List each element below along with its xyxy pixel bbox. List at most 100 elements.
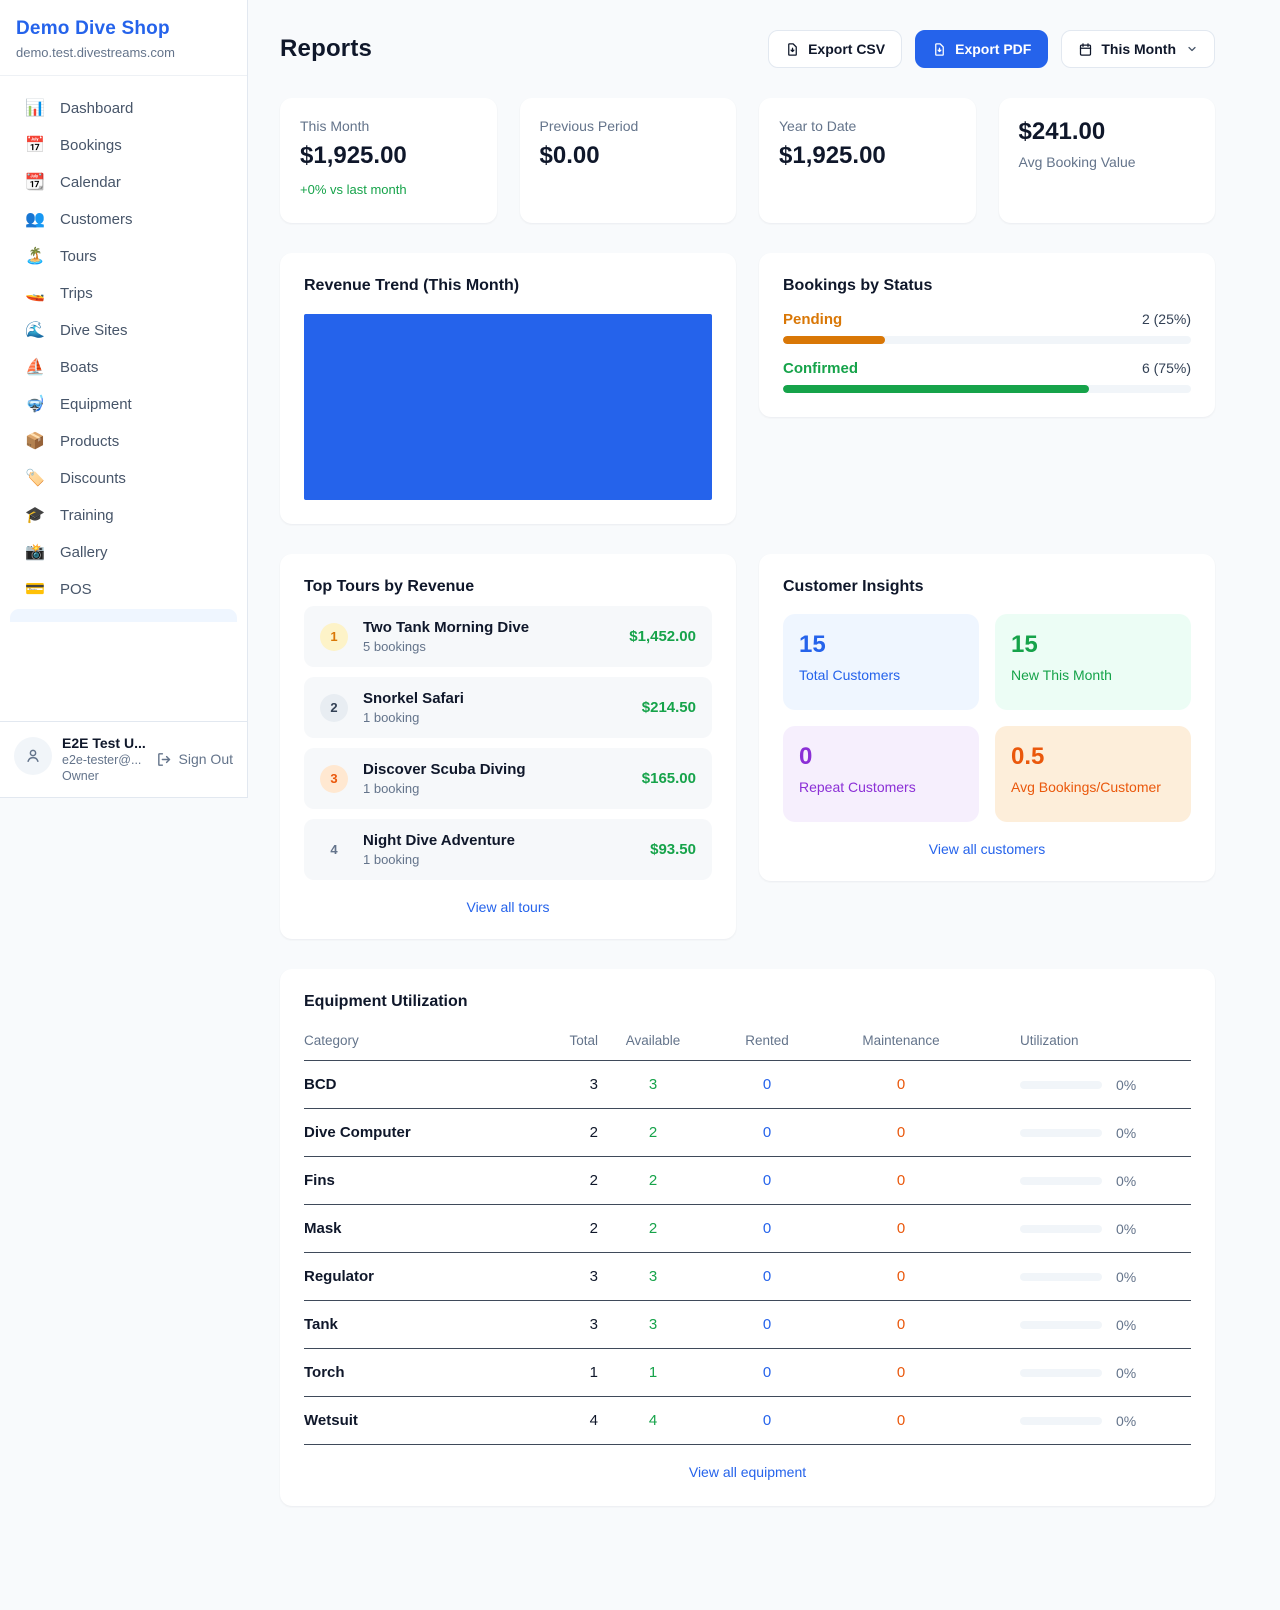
sidebar-item-label: Dashboard bbox=[60, 100, 133, 117]
sidebar-item-label: Equipment bbox=[60, 396, 132, 413]
user-name: E2E Test U... bbox=[62, 735, 146, 751]
sidebar-item-trips[interactable]: 🚤 Trips bbox=[10, 275, 237, 312]
insight-value: 0.5 bbox=[1011, 743, 1175, 771]
sidebar-item-label: POS bbox=[60, 581, 92, 598]
calendar-outline-icon bbox=[1078, 42, 1093, 57]
equipment-utilization-title: Equipment Utilization bbox=[304, 993, 1191, 1011]
tour-revenue: $1,452.00 bbox=[629, 628, 696, 645]
sidebar-item-label: Boats bbox=[60, 359, 98, 376]
period-selector[interactable]: This Month bbox=[1061, 30, 1215, 68]
sidebar-item-label: Products bbox=[60, 433, 119, 450]
cell-maintenance: 0 bbox=[826, 1205, 976, 1253]
insight-new-this-month: 15 New This Month bbox=[995, 614, 1191, 710]
utilization-bar bbox=[1020, 1369, 1102, 1377]
cell-total: 3 bbox=[536, 1061, 598, 1109]
status-row-pending: Pending 2 (25%) bbox=[783, 311, 1191, 344]
revenue-trend-chart bbox=[304, 314, 712, 500]
sidebar-item-label: Trips bbox=[60, 285, 93, 302]
sidebar-item-reports-active[interactable] bbox=[10, 609, 237, 622]
sidebar-item-customers[interactable]: 👥 Customers bbox=[10, 201, 237, 238]
insight-label: Avg Bookings/Customer bbox=[1011, 779, 1175, 795]
sidebar-item-calendar[interactable]: 📆 Calendar bbox=[10, 164, 237, 201]
chevron-down-icon bbox=[1186, 43, 1198, 55]
user-icon bbox=[24, 747, 42, 765]
sidebar-item-label: Training bbox=[60, 507, 114, 524]
insight-repeat-customers: 0 Repeat Customers bbox=[783, 726, 979, 822]
status-bar-fill bbox=[783, 385, 1089, 393]
cell-category: Dive Computer bbox=[304, 1109, 536, 1157]
insight-label: Total Customers bbox=[799, 667, 963, 683]
utilization-pct: 0% bbox=[1116, 1413, 1136, 1429]
sidebar-item-label: Calendar bbox=[60, 174, 121, 191]
cell-rented: 0 bbox=[708, 1301, 826, 1349]
status-label: Confirmed bbox=[783, 360, 858, 377]
sidebar-item-pos[interactable]: 💳 POS bbox=[10, 571, 237, 608]
insight-value: 15 bbox=[1011, 631, 1175, 659]
table-row: Wetsuit 4 4 0 0 0% bbox=[304, 1397, 1191, 1445]
boats-icon: ⛵ bbox=[25, 360, 45, 376]
bookings-icon: 📅 bbox=[25, 138, 45, 154]
cell-rented: 0 bbox=[708, 1061, 826, 1109]
stat-value: $1,925.00 bbox=[779, 142, 956, 170]
table-row: BCD 3 3 0 0 0% bbox=[304, 1061, 1191, 1109]
tour-name: Two Tank Morning Dive bbox=[363, 619, 529, 636]
export-csv-button[interactable]: Export CSV bbox=[768, 30, 902, 68]
sidebar-item-equipment[interactable]: 🤿 Equipment bbox=[10, 386, 237, 423]
sidebar-item-label: Bookings bbox=[60, 137, 122, 154]
export-csv-label: Export CSV bbox=[808, 41, 885, 57]
utilization-bar bbox=[1020, 1273, 1102, 1281]
sidebar-item-boats[interactable]: ⛵ Boats bbox=[10, 349, 237, 386]
dive-sites-icon: 🌊 bbox=[25, 323, 45, 339]
tour-revenue: $93.50 bbox=[650, 841, 696, 858]
shop-name: Demo Dive Shop bbox=[16, 18, 231, 40]
utilization-cell: 0% bbox=[1020, 1221, 1191, 1237]
user-section: E2E Test U... e2e-tester@... Owner Sign … bbox=[0, 721, 247, 797]
stat-card-previous-period: Previous Period $0.00 bbox=[520, 98, 737, 223]
view-all-tours-link[interactable]: View all tours bbox=[304, 899, 712, 915]
sidebar-item-dashboard[interactable]: 📊 Dashboard bbox=[10, 90, 237, 127]
equipment-table: Category Total Available Rented Maintena… bbox=[304, 1025, 1191, 1445]
cell-maintenance: 0 bbox=[826, 1109, 976, 1157]
cell-category: Fins bbox=[304, 1157, 536, 1205]
sidebar-item-training[interactable]: 🎓 Training bbox=[10, 497, 237, 534]
page-title: Reports bbox=[280, 35, 372, 63]
sidebar-item-tours[interactable]: 🏝️ Tours bbox=[10, 238, 237, 275]
stat-value: $1,925.00 bbox=[300, 142, 477, 170]
col-header-maintenance: Maintenance bbox=[826, 1025, 976, 1061]
user-meta: E2E Test U... e2e-tester@... Owner bbox=[62, 735, 146, 783]
sidebar-item-dive-sites[interactable]: 🌊 Dive Sites bbox=[10, 312, 237, 349]
stat-label: This Month bbox=[300, 118, 477, 134]
revenue-trend-card: Revenue Trend (This Month) bbox=[280, 253, 736, 524]
utilization-pct: 0% bbox=[1116, 1221, 1136, 1237]
tour-name: Snorkel Safari bbox=[363, 690, 464, 707]
stat-delta: +0% vs last month bbox=[300, 182, 477, 197]
sidebar-item-discounts[interactable]: 🏷️ Discounts bbox=[10, 460, 237, 497]
sidebar-item-bookings[interactable]: 📅 Bookings bbox=[10, 127, 237, 164]
cell-total: 2 bbox=[536, 1109, 598, 1157]
cell-maintenance: 0 bbox=[826, 1397, 976, 1445]
tours-icon: 🏝️ bbox=[25, 249, 45, 265]
export-pdf-button[interactable]: Export PDF bbox=[915, 30, 1048, 68]
view-all-equipment-link[interactable]: View all equipment bbox=[304, 1464, 1191, 1480]
stat-value: $241.00 bbox=[1019, 118, 1196, 146]
utilization-pct: 0% bbox=[1116, 1173, 1136, 1189]
status-bar-fill bbox=[783, 336, 885, 344]
utilization-cell: 0% bbox=[1020, 1269, 1191, 1285]
tour-row: 3 Discover Scuba Diving 1 booking $165.0… bbox=[304, 748, 712, 809]
cell-total: 2 bbox=[536, 1157, 598, 1205]
sidebar-item-products[interactable]: 📦 Products bbox=[10, 423, 237, 460]
utilization-cell: 0% bbox=[1020, 1365, 1191, 1381]
page-header: Reports Export CSV Export PDF bbox=[280, 30, 1215, 68]
sidebar-item-gallery[interactable]: 📸 Gallery bbox=[10, 534, 237, 571]
sign-out-button[interactable]: Sign Out bbox=[156, 751, 233, 768]
view-all-customers-link[interactable]: View all customers bbox=[783, 841, 1191, 857]
cell-category: Tank bbox=[304, 1301, 536, 1349]
insight-avg-bookings: 0.5 Avg Bookings/Customer bbox=[995, 726, 1191, 822]
user-email: e2e-tester@... bbox=[62, 753, 146, 767]
file-download-icon bbox=[785, 42, 800, 57]
stat-card-this-month: This Month $1,925.00 +0% vs last month bbox=[280, 98, 497, 223]
customer-insights-card: Customer Insights 15 Total Customers 15 … bbox=[759, 554, 1215, 881]
customer-insights-title: Customer Insights bbox=[783, 578, 1191, 596]
table-row: Mask 2 2 0 0 0% bbox=[304, 1205, 1191, 1253]
sidebar-item-label: Gallery bbox=[60, 544, 108, 561]
